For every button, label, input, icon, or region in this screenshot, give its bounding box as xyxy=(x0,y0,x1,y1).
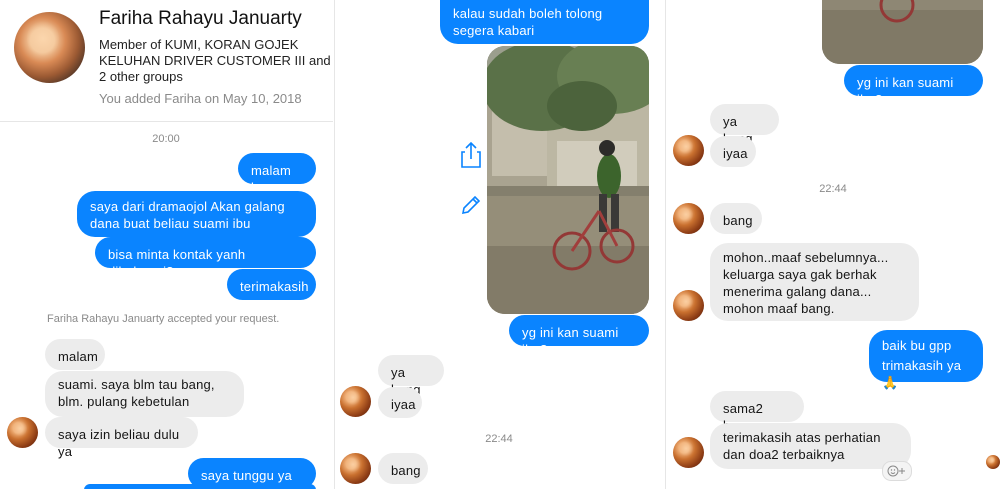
incoming-message[interactable]: bang xyxy=(710,203,762,234)
incoming-message[interactable]: iyaa xyxy=(710,136,756,167)
chat-panel-1: Fariha Rahayu Januarty Member of KUMI, K… xyxy=(0,0,333,489)
divider xyxy=(0,121,333,122)
group-membership-info: Member of KUMI, KORAN GOJEK KELUHAN DRIV… xyxy=(99,37,331,84)
share-icon[interactable] xyxy=(459,141,483,169)
chat-panel-2: kalau sudah boleh tolong segera kabari y… xyxy=(334,0,665,489)
incoming-message[interactable]: suami. saya blm tau bang, blm. pulang ke… xyxy=(45,371,244,417)
contact-avatar-small[interactable] xyxy=(673,290,704,321)
smiley-icon xyxy=(887,465,905,477)
read-receipt-avatar xyxy=(986,455,1000,469)
contact-name: Fariha Rahayu Januarty xyxy=(99,8,302,29)
photo-image xyxy=(822,0,983,64)
contact-avatar-small[interactable] xyxy=(7,417,38,448)
outgoing-message[interactable]: malam bu xyxy=(238,153,316,195)
shared-photo-partial[interactable] xyxy=(822,0,983,64)
system-notice: Fariha Rahayu Januarty accepted your req… xyxy=(47,313,280,325)
photo-image xyxy=(487,46,649,314)
contact-avatar-small[interactable] xyxy=(673,203,704,234)
contact-avatar-small[interactable] xyxy=(673,135,704,166)
pencil-icon-glyph xyxy=(461,195,481,215)
timestamp: 22:44 xyxy=(485,433,513,445)
partial-outgoing-message xyxy=(84,484,316,489)
added-info: You added Fariha on May 10, 2018 xyxy=(99,91,302,106)
incoming-message[interactable]: iyaa xyxy=(378,387,422,418)
outgoing-message[interactable]: kalau sudah boleh tolong segera kabari xyxy=(440,0,649,44)
incoming-message[interactable]: bang xyxy=(378,453,428,484)
contact-avatar-small[interactable] xyxy=(340,386,371,417)
contact-avatar[interactable] xyxy=(14,12,85,83)
reaction-icon[interactable] xyxy=(882,461,912,481)
outgoing-message[interactable]: baik bu gpp trimakasih ya🙏 xyxy=(869,330,983,390)
outgoing-message[interactable]: terimakasih xyxy=(227,269,316,300)
outgoing-message[interactable]: yg ini kan suami ibu? xyxy=(509,315,649,357)
incoming-message[interactable]: mohon..maaf sebelumnya... keluarga saya … xyxy=(710,243,919,321)
contact-avatar-small[interactable] xyxy=(340,453,371,484)
timestamp: 22:44 xyxy=(819,183,847,195)
shared-photo[interactable] xyxy=(487,46,649,314)
incoming-message[interactable]: ya bang xyxy=(378,355,444,397)
chat-panel-3: yg ini kan suami ibu? ya bang iyaa 22:44… xyxy=(665,0,1001,489)
incoming-message[interactable]: sama2 bang xyxy=(710,391,804,433)
outgoing-message[interactable]: bisa minta kontak yanh dihubungi? xyxy=(95,237,316,279)
outgoing-message-line: baik bu gpp xyxy=(882,338,952,353)
timestamp: 20:00 xyxy=(152,133,180,145)
incoming-message[interactable]: malam xyxy=(45,339,105,370)
share-icon-glyph xyxy=(461,141,481,168)
outgoing-message-line: trimakasih ya🙏 xyxy=(882,358,962,390)
incoming-message[interactable]: saya izin beliau dulu ya xyxy=(45,417,198,459)
contact-avatar-small[interactable] xyxy=(673,437,704,468)
outgoing-message[interactable]: saya dari dramaojol Akan galang dana bua… xyxy=(77,191,316,237)
outgoing-message[interactable]: yg ini kan suami ibu? xyxy=(844,65,983,107)
incoming-message[interactable]: terimakasih atas perhatian dan doa2 terb… xyxy=(710,423,911,469)
incoming-message[interactable]: ya bang xyxy=(710,104,779,146)
pencil-icon[interactable] xyxy=(459,193,483,217)
